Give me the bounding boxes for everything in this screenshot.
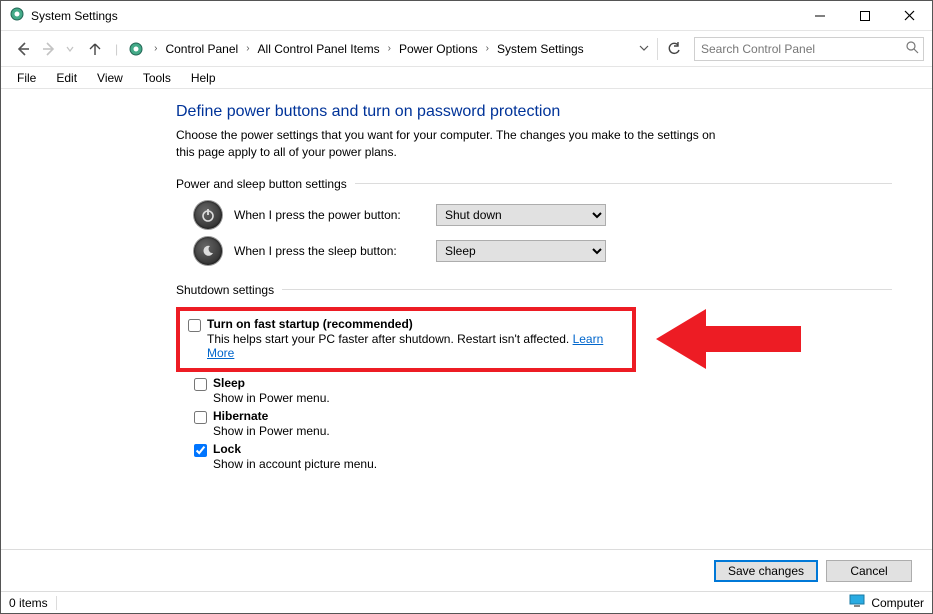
search-icon <box>906 41 919 57</box>
lock-desc: Show in account picture menu. <box>213 457 377 471</box>
section-shutdown: Shutdown settings <box>176 283 892 297</box>
section-label-text: Power and sleep button settings <box>176 177 347 191</box>
fast-startup-row: Turn on fast startup (recommended) This … <box>188 317 624 360</box>
status-location: Computer <box>871 596 924 610</box>
titlebar: System Settings <box>1 1 932 31</box>
chevron-right-icon: › <box>386 43 393 54</box>
chevron-right-icon: › <box>484 43 491 54</box>
content-area: Define power buttons and turn on passwor… <box>1 89 932 549</box>
chevron-right-icon: › <box>244 43 251 54</box>
search-input[interactable]: Search Control Panel <box>694 37 924 61</box>
computer-icon <box>849 594 865 611</box>
menu-tools[interactable]: Tools <box>133 69 181 87</box>
sleep-icon <box>194 237 222 265</box>
shutdown-options: Sleep Show in Power menu. Hibernate Show… <box>194 376 892 471</box>
minimize-button[interactable] <box>797 1 842 30</box>
fast-startup-desc: This helps start your PC faster after sh… <box>207 332 624 360</box>
fast-startup-checkbox[interactable] <box>188 319 201 332</box>
address-icon <box>126 39 146 59</box>
power-icon <box>194 201 222 229</box>
window-controls <box>797 1 932 30</box>
window-title: System Settings <box>31 9 118 23</box>
address-dropdown[interactable] <box>633 42 655 56</box>
sleep-button-label: When I press the sleep button: <box>234 244 424 258</box>
navbar: | › Control Panel › All Control Panel It… <box>1 31 932 67</box>
sleep-button-select[interactable]: Sleep <box>436 240 606 262</box>
statusbar: 0 items Computer <box>1 591 932 613</box>
arrow-annotation <box>656 304 806 374</box>
sleep-desc: Show in Power menu. <box>213 391 330 405</box>
forward-button[interactable] <box>37 37 61 61</box>
breadcrumb-item[interactable]: All Control Panel Items <box>254 40 384 58</box>
menu-edit[interactable]: Edit <box>46 69 87 87</box>
menu-file[interactable]: File <box>7 69 46 87</box>
sleep-checkbox[interactable] <box>194 378 207 391</box>
power-button-select[interactable]: Shut down <box>436 204 606 226</box>
hibernate-title: Hibernate <box>213 409 330 423</box>
maximize-button[interactable] <box>842 1 887 30</box>
section-label-text: Shutdown settings <box>176 283 274 297</box>
sleep-title: Sleep <box>213 376 330 390</box>
breadcrumb-item[interactable]: Power Options <box>395 40 482 58</box>
save-changes-button[interactable]: Save changes <box>714 560 818 582</box>
power-button-label: When I press the power button: <box>234 208 424 222</box>
search-placeholder: Search Control Panel <box>701 42 815 56</box>
section-power-sleep: Power and sleep button settings <box>176 177 892 191</box>
hibernate-desc: Show in Power menu. <box>213 424 330 438</box>
refresh-button[interactable] <box>660 42 688 56</box>
up-button[interactable] <box>83 37 107 61</box>
lock-option-row: Lock Show in account picture menu. <box>194 442 892 471</box>
hibernate-checkbox[interactable] <box>194 411 207 424</box>
power-button-row: When I press the power button: Shut down <box>194 201 892 229</box>
sleep-option-row: Sleep Show in Power menu. <box>194 376 892 405</box>
breadcrumb-item[interactable]: Control Panel <box>161 40 242 58</box>
lock-checkbox[interactable] <box>194 444 207 457</box>
highlight-annotation: Turn on fast startup (recommended) This … <box>176 307 636 372</box>
fast-startup-title: Turn on fast startup (recommended) <box>207 317 624 331</box>
lock-title: Lock <box>213 442 377 456</box>
menu-view[interactable]: View <box>87 69 133 87</box>
menubar: File Edit View Tools Help <box>1 67 932 89</box>
bottom-button-bar: Save changes Cancel <box>1 549 932 591</box>
sleep-button-row: When I press the sleep button: Sleep <box>194 237 892 265</box>
breadcrumb-item[interactable]: System Settings <box>493 40 588 58</box>
recent-dropdown[interactable] <box>63 37 77 61</box>
page-description: Choose the power settings that you want … <box>176 127 736 161</box>
close-button[interactable] <box>887 1 932 30</box>
app-icon <box>9 6 25 25</box>
hibernate-option-row: Hibernate Show in Power menu. <box>194 409 892 438</box>
chevron-right-icon: › <box>152 43 159 54</box>
menu-help[interactable]: Help <box>181 69 226 87</box>
page-title: Define power buttons and turn on passwor… <box>176 103 892 121</box>
status-items: 0 items <box>9 596 48 610</box>
cancel-button[interactable]: Cancel <box>826 560 912 582</box>
back-button[interactable] <box>11 37 35 61</box>
